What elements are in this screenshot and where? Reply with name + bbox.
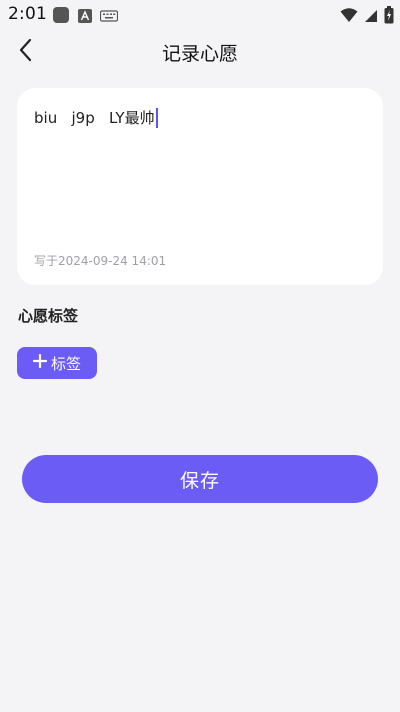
written-date: 写于2024-09-24 14:01	[34, 254, 167, 268]
status-bar: 2:01	[0, 0, 400, 28]
wifi-icon	[340, 7, 358, 27]
wish-text: biu j9p LY最帅	[34, 109, 155, 127]
header: 记录心愿	[0, 28, 400, 76]
add-tag-label: 标签	[50, 354, 81, 373]
app-notification-icon	[52, 6, 70, 28]
tags-section-label: 心愿标签	[18, 307, 79, 325]
signal-icon	[364, 8, 378, 27]
wish-text-area[interactable]: biu j9p LY最帅 写于2024-09-24 14:01	[17, 88, 383, 285]
status-time: 2:01	[8, 4, 47, 24]
text-cursor	[155, 107, 158, 128]
page-title: 记录心愿	[161, 43, 238, 65]
keyboard-icon	[99, 8, 119, 27]
status-system-icons	[340, 6, 394, 28]
wish-text-line: biu j9p LY最帅	[34, 107, 158, 128]
save-button-label: 保存	[179, 469, 220, 492]
font-app-icon	[78, 8, 92, 27]
save-button[interactable]: 保存	[22, 455, 378, 503]
status-notification-icons	[52, 6, 119, 28]
battery-charging-icon	[384, 6, 394, 28]
add-tag-button[interactable]: 标签	[17, 347, 97, 379]
plus-icon	[32, 353, 48, 372]
